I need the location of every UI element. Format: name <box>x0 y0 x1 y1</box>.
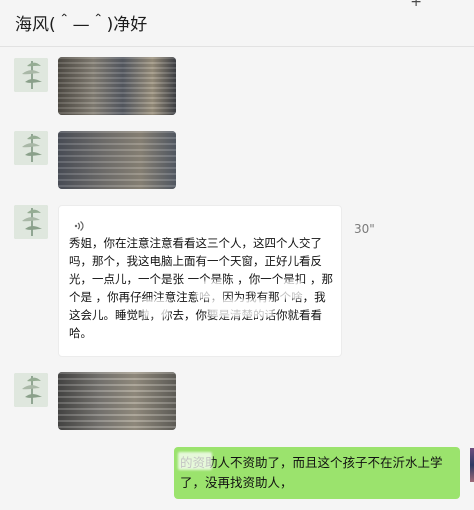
contact-avatar[interactable] <box>14 131 48 165</box>
voice-message-bubble[interactable]: 秀姐，你在注意注意看看这三个人，这四个人交了吗，那个，我这电脑上面有一个天窗，正… <box>58 205 342 357</box>
contact-avatar[interactable] <box>14 373 48 407</box>
bamboo-avatar-icon <box>14 205 48 239</box>
voice-wave-icon <box>74 221 84 231</box>
image-message[interactable] <box>58 372 176 430</box>
privacy-blur <box>178 452 212 470</box>
contact-avatar[interactable] <box>14 205 48 239</box>
plus-icon[interactable]: + <box>410 0 422 10</box>
voice-duration: 30" <box>354 222 375 236</box>
privacy-blur <box>195 281 223 299</box>
image-message[interactable] <box>58 57 176 115</box>
outgoing-message-text: 的资助人不资助了，而且这个孩子不在沂水上学了，没再找资助人， <box>180 455 443 490</box>
outgoing-message-bubble[interactable]: 的资助人不资助了，而且这个孩子不在沂水上学了，没再找资助人， <box>174 447 460 499</box>
bamboo-avatar-icon <box>14 58 48 92</box>
image-message[interactable] <box>58 131 176 189</box>
privacy-blur <box>209 299 273 317</box>
chat-title: 海风(＾—＾)净好 <box>15 15 148 35</box>
bamboo-avatar-icon <box>14 373 48 407</box>
contact-avatar[interactable] <box>14 58 48 92</box>
privacy-blur <box>143 299 169 317</box>
bamboo-avatar-icon <box>14 131 48 165</box>
chat-window: 海风(＾—＾)净好 + 秀姐，你在注意注意看看这三个人，这四个人交了吗，那个，我… <box>0 0 474 510</box>
user-avatar[interactable] <box>470 448 474 482</box>
privacy-blur <box>279 281 303 299</box>
chat-header: 海风(＾—＾)净好 + <box>0 0 474 47</box>
